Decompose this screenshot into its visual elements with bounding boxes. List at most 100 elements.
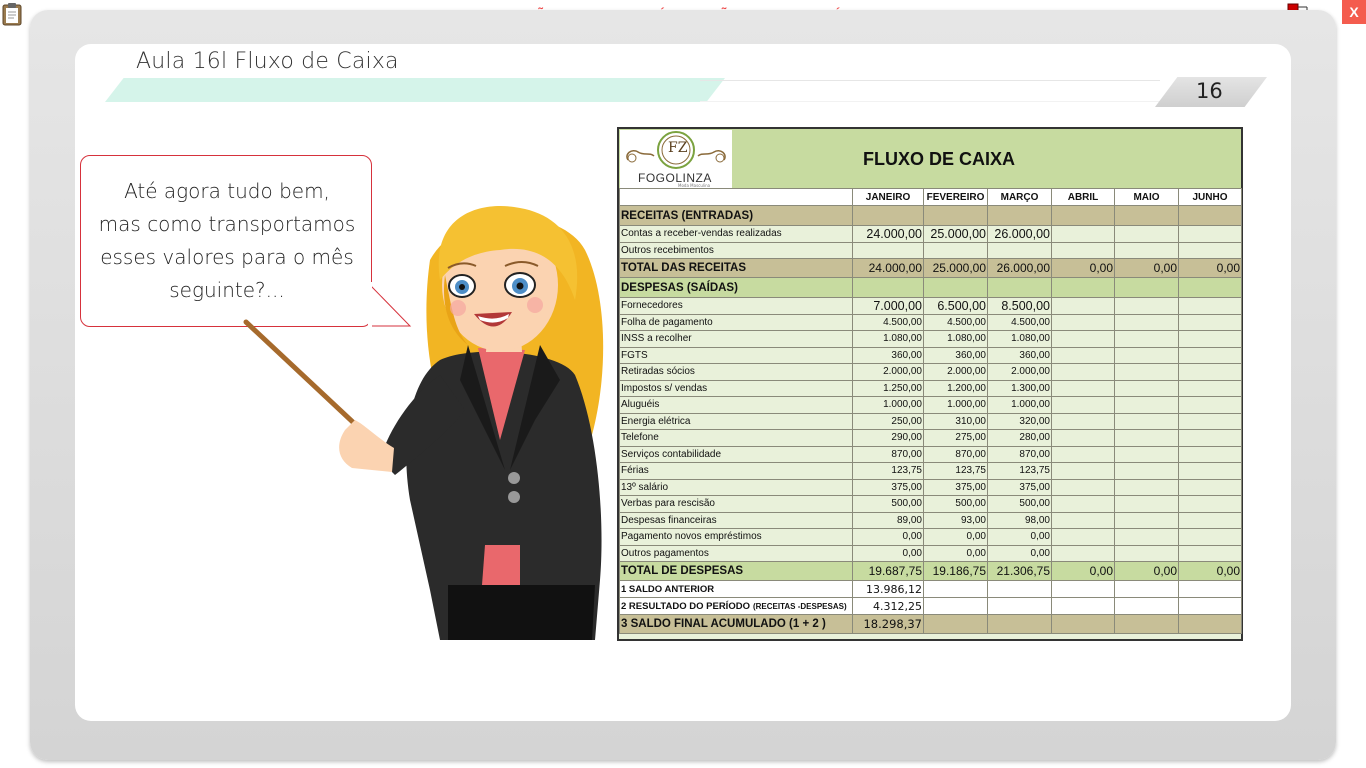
- table-row: Energia elétrica 250,00 310,00 320,00: [619, 412, 1242, 430]
- row-label: Telefone: [619, 429, 853, 447]
- table-cell: [1051, 205, 1115, 226]
- value-cell: [1051, 379, 1115, 397]
- value-cell: [1051, 313, 1115, 331]
- value-cell: [1051, 528, 1115, 546]
- title-band: [105, 78, 725, 102]
- value-cell: 24.000,00: [852, 258, 924, 278]
- value-cell: [1114, 597, 1179, 615]
- value-cell: 1.000,00: [987, 396, 1052, 414]
- value-cell: [1114, 330, 1179, 348]
- value-cell: [1051, 580, 1115, 598]
- value-cell: [1051, 462, 1115, 480]
- value-cell: 89,00: [852, 511, 924, 529]
- value-cell: 0,00: [852, 544, 924, 562]
- value-cell: [1178, 445, 1242, 463]
- table-cell: [987, 205, 1052, 226]
- value-cell: 26.000,00: [987, 225, 1052, 243]
- value-cell: [1178, 495, 1242, 513]
- value-cell: 0,00: [1051, 561, 1115, 581]
- table-row: 13º salário 375,00 375,00 375,00: [619, 478, 1242, 496]
- value-cell: [1178, 580, 1242, 598]
- section-label: DESPESAS (SAÍDAS): [619, 277, 853, 298]
- value-cell: [1178, 225, 1242, 243]
- table-row: Contas a receber-vendas realizadas 24.000…: [619, 225, 1242, 243]
- value-cell: 1.000,00: [852, 396, 924, 414]
- value-cell: [1178, 396, 1242, 414]
- value-cell: [923, 614, 988, 634]
- row-label: Energia elétrica: [619, 412, 853, 430]
- table-row: Retiradas sócios 2.000,00 2.000,00 2.000,00: [619, 363, 1242, 381]
- value-cell: 0,00: [987, 528, 1052, 546]
- lesson-title: Aula 16l Fluxo de Caixa: [136, 49, 399, 74]
- table-cell: [1114, 277, 1179, 298]
- value-cell: 1.000,00: [923, 396, 988, 414]
- value-cell: 123,75: [923, 462, 988, 480]
- table-row: Despesas financeiras 89,00 93,00 98,00: [619, 511, 1242, 529]
- value-cell: 2.000,00: [987, 363, 1052, 381]
- clipboard-icon[interactable]: [2, 2, 22, 26]
- total-receitas-row: TOTAL DAS RECEITAS 24.000,00 25.000,00 26.0…: [619, 258, 1242, 278]
- row-label: 2 RESULTADO DO PERÍODO (RECEITAS -DESPESA…: [619, 597, 853, 615]
- value-cell: [1178, 478, 1242, 496]
- value-cell: 18.298,37: [852, 614, 924, 634]
- value-cell: 870,00: [923, 445, 988, 463]
- value-cell: 25.000,00: [923, 225, 988, 243]
- row-label: 1 SALDO ANTERIOR: [619, 580, 853, 598]
- value-cell: [923, 241, 988, 259]
- value-cell: [1114, 297, 1179, 315]
- table-cell: [923, 205, 988, 226]
- row-label: Verbas para rescisão: [619, 495, 853, 513]
- month-header: MAIO: [1114, 188, 1179, 206]
- value-cell: 1.080,00: [987, 330, 1052, 348]
- value-cell: [1051, 429, 1115, 447]
- row-label: Pagamento novos empréstimos: [619, 528, 853, 546]
- value-cell: [1178, 528, 1242, 546]
- value-cell: [1178, 614, 1242, 634]
- table-row: INSS a recolher 1.080,00 1.080,00 1.080,00: [619, 330, 1242, 348]
- value-cell: 19.687,75: [852, 561, 924, 581]
- value-cell: 26.000,00: [987, 258, 1052, 278]
- value-cell: 0,00: [987, 544, 1052, 562]
- table-row: Serviços contabilidade 870,00 870,00 870,00: [619, 445, 1242, 463]
- row-label: Aluguéis: [619, 396, 853, 414]
- resultado-row: 2 RESULTADO DO PERÍODO (RECEITAS -DESPESA…: [619, 597, 1242, 615]
- value-cell: [1051, 225, 1115, 243]
- value-cell: [1051, 544, 1115, 562]
- table-cell: [1178, 277, 1242, 298]
- value-cell: 0,00: [1114, 258, 1179, 278]
- table-row: Impostos s/ vendas 1.250,00 1.200,00 1.300,…: [619, 379, 1242, 397]
- value-cell: 0,00: [1178, 258, 1242, 278]
- value-cell: 290,00: [852, 429, 924, 447]
- value-cell: 123,75: [987, 462, 1052, 480]
- value-cell: [1114, 313, 1179, 331]
- value-cell: [1051, 346, 1115, 364]
- value-cell: 13.986,12: [852, 580, 924, 598]
- table-row: Férias 123,75 123,75 123,75: [619, 462, 1242, 480]
- row-label: TOTAL DE DESPESAS: [619, 561, 853, 581]
- value-cell: 500,00: [923, 495, 988, 513]
- value-cell: [987, 597, 1052, 615]
- row-label: Fornecedores: [619, 297, 853, 315]
- value-cell: 320,00: [987, 412, 1052, 430]
- value-cell: 375,00: [987, 478, 1052, 496]
- value-cell: 0,00: [852, 528, 924, 546]
- value-cell: 870,00: [852, 445, 924, 463]
- value-cell: [1051, 597, 1115, 615]
- value-cell: [1051, 363, 1115, 381]
- value-cell: 310,00: [923, 412, 988, 430]
- value-cell: 1.300,00: [987, 379, 1052, 397]
- value-cell: [1114, 580, 1179, 598]
- value-cell: [1114, 379, 1179, 397]
- close-button[interactable]: X: [1342, 0, 1366, 24]
- cash-flow-spreadsheet: FZ FOGOLINZA Moda Masculina FLUXO DE CAI…: [617, 127, 1243, 641]
- value-cell: 0,00: [923, 544, 988, 562]
- value-cell: 25.000,00: [923, 258, 988, 278]
- value-cell: [1114, 346, 1179, 364]
- month-header: FEVEREIRO: [923, 188, 988, 206]
- value-cell: [1178, 462, 1242, 480]
- value-cell: [1051, 511, 1115, 529]
- value-cell: [1114, 363, 1179, 381]
- total-despesas-row: TOTAL DE DESPESAS 19.687,75 19.186,75 21.30…: [619, 561, 1242, 581]
- value-cell: 2.000,00: [852, 363, 924, 381]
- value-cell: 93,00: [923, 511, 988, 529]
